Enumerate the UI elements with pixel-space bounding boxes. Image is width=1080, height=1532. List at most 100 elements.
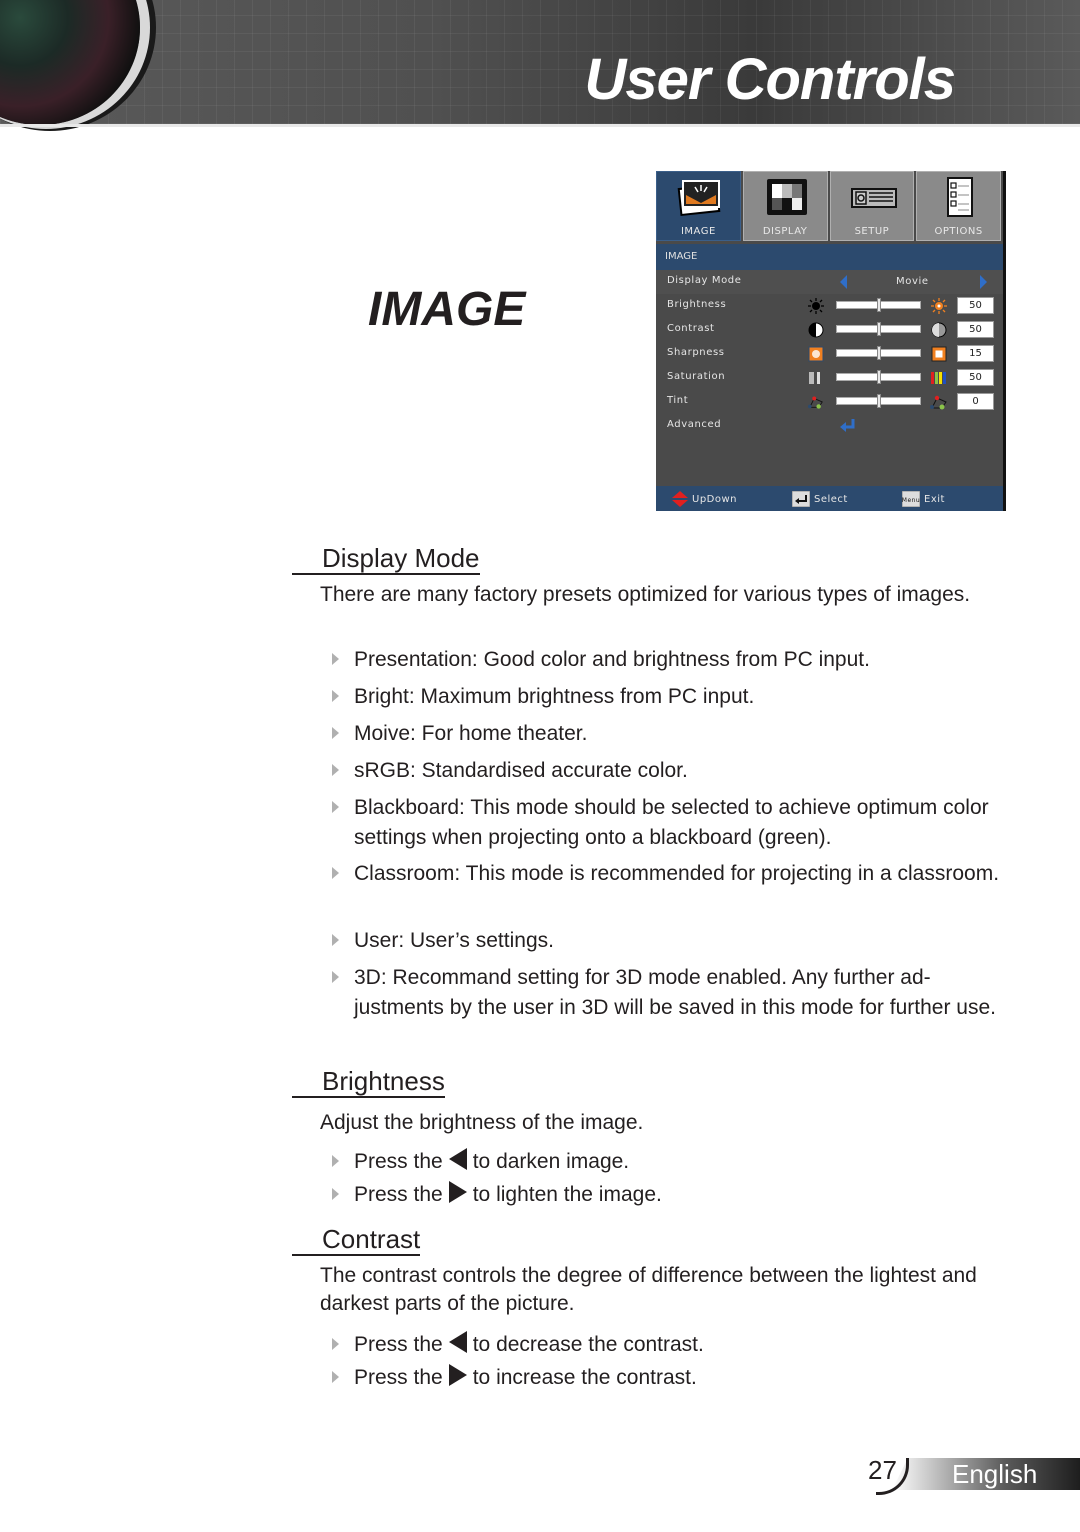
slider-knob[interactable]	[877, 394, 881, 408]
saturation-low-icon	[809, 372, 820, 384]
slider-knob[interactable]	[877, 370, 881, 384]
osd-subtitle: IMAGE	[656, 244, 1003, 270]
tab-display-label: DISPLAY	[762, 226, 808, 237]
heading-display-mode: Display Mode	[292, 543, 480, 575]
enter-key-icon	[792, 491, 810, 507]
tab-options-label: OPTIONS	[934, 226, 983, 237]
saturation-high-icon	[931, 372, 946, 384]
osd-row-tint[interactable]: Tint 0	[656, 390, 1003, 414]
sharpness-slider[interactable]	[836, 346, 921, 360]
list-item: Press the to decrease the contrast.	[332, 1330, 1012, 1360]
list-item: User: User’s settings.	[332, 926, 1012, 956]
advanced-label: Advanced	[667, 419, 722, 430]
contrast-slider[interactable]	[836, 322, 921, 336]
list-item: Press the to lighten the image.	[332, 1180, 1012, 1210]
list-item: Classroom: This mode is recommended for …	[332, 859, 1012, 889]
contrast-value: 50	[957, 321, 994, 338]
enter-icon[interactable]	[839, 418, 857, 434]
page-header-title: User Controls	[584, 47, 956, 112]
osd-row-saturation[interactable]: Saturation 50	[656, 366, 1003, 390]
bullet-arrow-icon	[332, 934, 339, 946]
osd-menu: IMAGE DISPLAY SETUP OPTIONS IMAGE Displa…	[656, 171, 1006, 511]
tint-slider[interactable]	[836, 394, 921, 408]
list-item: Presentation: Good color and brightness …	[332, 645, 1012, 675]
saturation-label: Saturation	[667, 371, 726, 382]
bullet-arrow-icon	[332, 971, 339, 983]
osd-row-contrast[interactable]: Contrast 50	[656, 318, 1003, 342]
checklist-icon	[947, 177, 974, 217]
bullet-arrow-icon	[332, 1371, 339, 1383]
bullet-arrow-icon	[332, 690, 339, 702]
tint-low-icon	[808, 396, 823, 409]
bullet-arrow-icon	[332, 1188, 339, 1200]
header-divider	[0, 124, 1080, 127]
list-item: 3D: Recommand setting for 3D mode enable…	[332, 963, 1012, 1023]
slider-knob[interactable]	[877, 298, 881, 312]
bullet-arrow-icon	[332, 1155, 339, 1167]
tab-setup[interactable]: SETUP	[829, 171, 915, 241]
header-banner: User Controls	[0, 0, 1080, 125]
list-item: Moive: For home theater.	[332, 719, 1012, 749]
left-arrow-key-icon	[448, 1148, 467, 1170]
brightness-slider[interactable]	[836, 298, 921, 312]
list-item: Press the to increase the contrast.	[332, 1363, 1012, 1393]
slider-knob[interactable]	[877, 322, 881, 336]
bullet-arrow-icon	[332, 867, 339, 879]
page-number: 27	[868, 1455, 897, 1485]
heading-contrast: Contrast	[292, 1224, 421, 1256]
tab-display[interactable]: DISPLAY	[742, 171, 828, 241]
osd-footer: UpDown Select Menu Exit	[656, 486, 1003, 511]
saturation-value: 50	[957, 369, 994, 386]
display-icon	[766, 179, 807, 215]
list-item: Bright: Maximum brightness from PC input…	[332, 682, 1012, 712]
right-arrow-key-icon	[448, 1181, 467, 1203]
contrast-label: Contrast	[667, 323, 715, 334]
sharpness-label: Sharpness	[667, 347, 725, 358]
left-arrow-key-icon	[448, 1331, 467, 1353]
brightness-label: Brightness	[667, 299, 727, 310]
bullet-arrow-icon	[332, 764, 339, 776]
contrast-low-icon	[808, 322, 824, 338]
sun-bright-icon	[931, 298, 947, 314]
list-item: Press the to darken image.	[332, 1147, 1012, 1177]
updown-hint: UpDown	[672, 491, 737, 507]
right-arrow-key-icon	[448, 1364, 467, 1386]
osd-row-sharpness[interactable]: Sharpness 15	[656, 342, 1003, 366]
lens-graphic	[0, 0, 140, 125]
brightness-intro: Adjust the brightness of the image.	[320, 1111, 644, 1134]
arrow-right-icon[interactable]	[980, 275, 987, 289]
tint-label: Tint	[667, 395, 689, 406]
updown-label: UpDown	[692, 493, 738, 505]
brightness-value: 50	[957, 297, 994, 314]
tab-options[interactable]: OPTIONS	[916, 171, 1001, 241]
contrast-intro: The contrast controls the degree of diff…	[320, 1264, 977, 1315]
osd-row-brightness[interactable]: Brightness 50	[656, 294, 1003, 318]
list-item: Blackboard: This mode should be selected…	[332, 793, 1012, 853]
tint-value: 0	[957, 393, 994, 410]
tab-image[interactable]: IMAGE	[656, 171, 741, 241]
saturation-slider[interactable]	[836, 370, 921, 384]
list-item: sRGB: Standardised accurate color.	[332, 756, 1012, 786]
osd-tabs: IMAGE DISPLAY SETUP OPTIONS	[656, 171, 1003, 241]
bullet-arrow-icon	[332, 1338, 339, 1350]
display-mode-value: Movie	[896, 276, 929, 287]
updown-icon	[672, 491, 688, 507]
display-mode-intro: There are many factory presets optimized…	[320, 583, 971, 606]
sharpness-low-icon	[808, 346, 824, 362]
display-mode-label: Display Mode	[667, 275, 742, 286]
sharpness-value: 15	[957, 345, 994, 362]
exit-label: Exit	[924, 493, 945, 505]
contrast-high-icon	[931, 322, 947, 338]
bullet-arrow-icon	[332, 727, 339, 739]
sun-dim-icon	[808, 298, 824, 314]
bullet-arrow-icon	[332, 653, 339, 665]
slider-knob[interactable]	[877, 346, 881, 360]
projector-icon	[850, 188, 897, 208]
osd-row-advanced[interactable]: Advanced	[656, 414, 1003, 438]
tab-setup-label: SETUP	[854, 226, 890, 237]
heading-brightness: Brightness	[292, 1066, 445, 1098]
osd-row-display-mode[interactable]: Display Mode Movie	[656, 270, 1003, 294]
language-label: English	[952, 1459, 1038, 1489]
arrow-left-icon[interactable]	[840, 275, 847, 289]
exit-hint: Menu Exit	[902, 491, 945, 507]
